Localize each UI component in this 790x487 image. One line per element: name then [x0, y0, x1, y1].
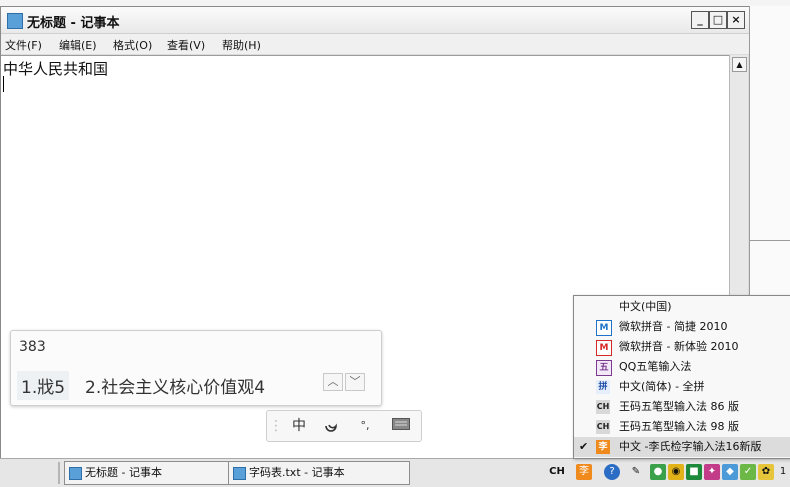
- li-ime-icon[interactable]: 李: [576, 464, 592, 480]
- qq-icon[interactable]: ◉: [668, 464, 684, 480]
- divider: [750, 240, 790, 241]
- ime-menu-item[interactable]: 拼 中文(简体) - 全拼: [574, 377, 790, 397]
- ms-pinyin-new-icon: M: [596, 340, 612, 356]
- text-caret: [3, 76, 4, 92]
- check-icon: ✔: [579, 440, 589, 453]
- notepad-icon: [7, 13, 23, 29]
- tray-app-icon-2[interactable]: ■: [686, 464, 702, 480]
- system-tray: CH 李 ? ✎ ● ◉ ■ ✦ ◆ ✓ ✿ 1: [548, 461, 790, 485]
- clock[interactable]: 1: [778, 464, 788, 480]
- ime-tool-icon[interactable]: ✎: [628, 464, 644, 480]
- maximize-button[interactable]: □: [709, 11, 727, 29]
- ime-menu-item[interactable]: CH 王码五笔型输入法 98 版: [574, 417, 790, 437]
- notepad-icon: [69, 467, 82, 480]
- ime-menu-label: 中文 -李氏检字输入法16新版: [619, 440, 762, 453]
- taskbar: 无标题 - 记事本 字码表.txt - 记事本 CH 李 ? ✎ ● ◉ ■ ✦…: [0, 458, 790, 487]
- li-ime-icon: 李: [596, 440, 610, 454]
- ime-menu-label: 微软拼音 - 新体验 2010: [619, 340, 739, 353]
- ime-menu-item[interactable]: M 微软拼音 - 新体验 2010: [574, 337, 790, 357]
- punctuation-button[interactable]: °,: [355, 417, 375, 435]
- menu-format[interactable]: 格式(O): [113, 37, 152, 53]
- help-icon[interactable]: ?: [604, 464, 620, 480]
- chevron-up-icon[interactable]: ︿: [323, 373, 343, 391]
- tray-app-icon-5[interactable]: ✓: [740, 464, 756, 480]
- tray-app-icon-4[interactable]: ◆: [722, 464, 738, 480]
- chinese-mode-button[interactable]: 中: [289, 417, 309, 435]
- ime-menu-item[interactable]: 五 QQ五笔输入法: [574, 357, 790, 377]
- tray-app-icon-6[interactable]: ✿: [758, 464, 774, 480]
- tray-app-icon-1[interactable]: ●: [650, 464, 666, 480]
- drag-handle-icon[interactable]: ⋮: [269, 417, 283, 435]
- menu-view[interactable]: 查看(V): [167, 37, 205, 53]
- menu-bar: 文件(F) 编辑(E) 格式(O) 查看(V) 帮助(H): [1, 34, 749, 54]
- ime-menu-label: 王码五笔型输入法 98 版: [619, 420, 739, 433]
- ime-input-code: 383: [19, 339, 46, 355]
- ime-menu-label: QQ五笔输入法: [619, 360, 692, 373]
- ime-selection-menu: 中文(中国) M 微软拼音 - 简捷 2010 M 微软拼音 - 新体验 201…: [573, 295, 790, 459]
- taskbar-button-label: 字码表.txt - 记事本: [249, 466, 345, 479]
- ime-menu-label: 微软拼音 - 简捷 2010: [619, 320, 728, 333]
- wangma-icon: CH: [596, 400, 610, 414]
- ime-status-bar: ⋮ 中 °,: [266, 410, 422, 442]
- ime-menu-item[interactable]: 中文(中国): [574, 297, 790, 317]
- editor-content[interactable]: 中华人民共和国: [3, 58, 108, 79]
- taskbar-button-notepad-untitled[interactable]: 无标题 - 记事本: [64, 461, 244, 485]
- ime-candidate-1[interactable]: 1.戕5: [17, 371, 70, 400]
- ime-menu-item[interactable]: M 微软拼音 - 简捷 2010: [574, 317, 790, 337]
- close-button[interactable]: ×: [727, 11, 745, 29]
- language-indicator[interactable]: CH: [548, 464, 566, 480]
- ime-menu-item[interactable]: CH 王码五笔型输入法 86 版: [574, 397, 790, 417]
- minimize-button[interactable]: _: [691, 11, 709, 29]
- ime-menu-label: 中文(简体) - 全拼: [619, 380, 705, 393]
- ime-candidate-window: 383 1.戕5 2.社会主义核心价值观4 ︿ ﹀: [10, 330, 382, 406]
- menu-edit[interactable]: 编辑(E): [59, 37, 97, 53]
- ime-menu-label: 王码五笔型输入法 86 版: [619, 400, 739, 413]
- notepad-icon: [233, 467, 246, 480]
- taskbar-button-notepad-codetable[interactable]: 字码表.txt - 记事本: [228, 461, 410, 485]
- quanpin-icon: 拼: [596, 380, 610, 394]
- scroll-up-icon[interactable]: ▲: [732, 57, 747, 72]
- ime-menu-item-selected[interactable]: ✔ 李 中文 -李氏检字输入法16新版: [574, 437, 790, 457]
- ms-pinyin-icon: M: [596, 320, 612, 336]
- ime-candidate-2[interactable]: 2.社会主义核心价值观4: [81, 371, 269, 400]
- title-bar[interactable]: 无标题 - 记事本 _ □ ×: [1, 7, 749, 34]
- ime-menu-label: 中文(中国): [619, 300, 672, 313]
- half-width-moon-icon[interactable]: [321, 417, 341, 435]
- menu-file[interactable]: 文件(F): [5, 37, 42, 53]
- menu-help[interactable]: 帮助(H): [222, 37, 261, 53]
- window-title: 无标题 - 记事本: [27, 16, 120, 31]
- keyboard-icon[interactable]: [391, 417, 411, 435]
- chevron-down-icon[interactable]: ﹀: [345, 373, 365, 391]
- wangma-icon: CH: [596, 420, 610, 434]
- tray-app-icon-3[interactable]: ✦: [704, 464, 720, 480]
- taskbar-button-label: 无标题 - 记事本: [85, 466, 162, 479]
- taskbar-separator: [58, 462, 60, 484]
- qq-wubi-icon: 五: [596, 360, 612, 376]
